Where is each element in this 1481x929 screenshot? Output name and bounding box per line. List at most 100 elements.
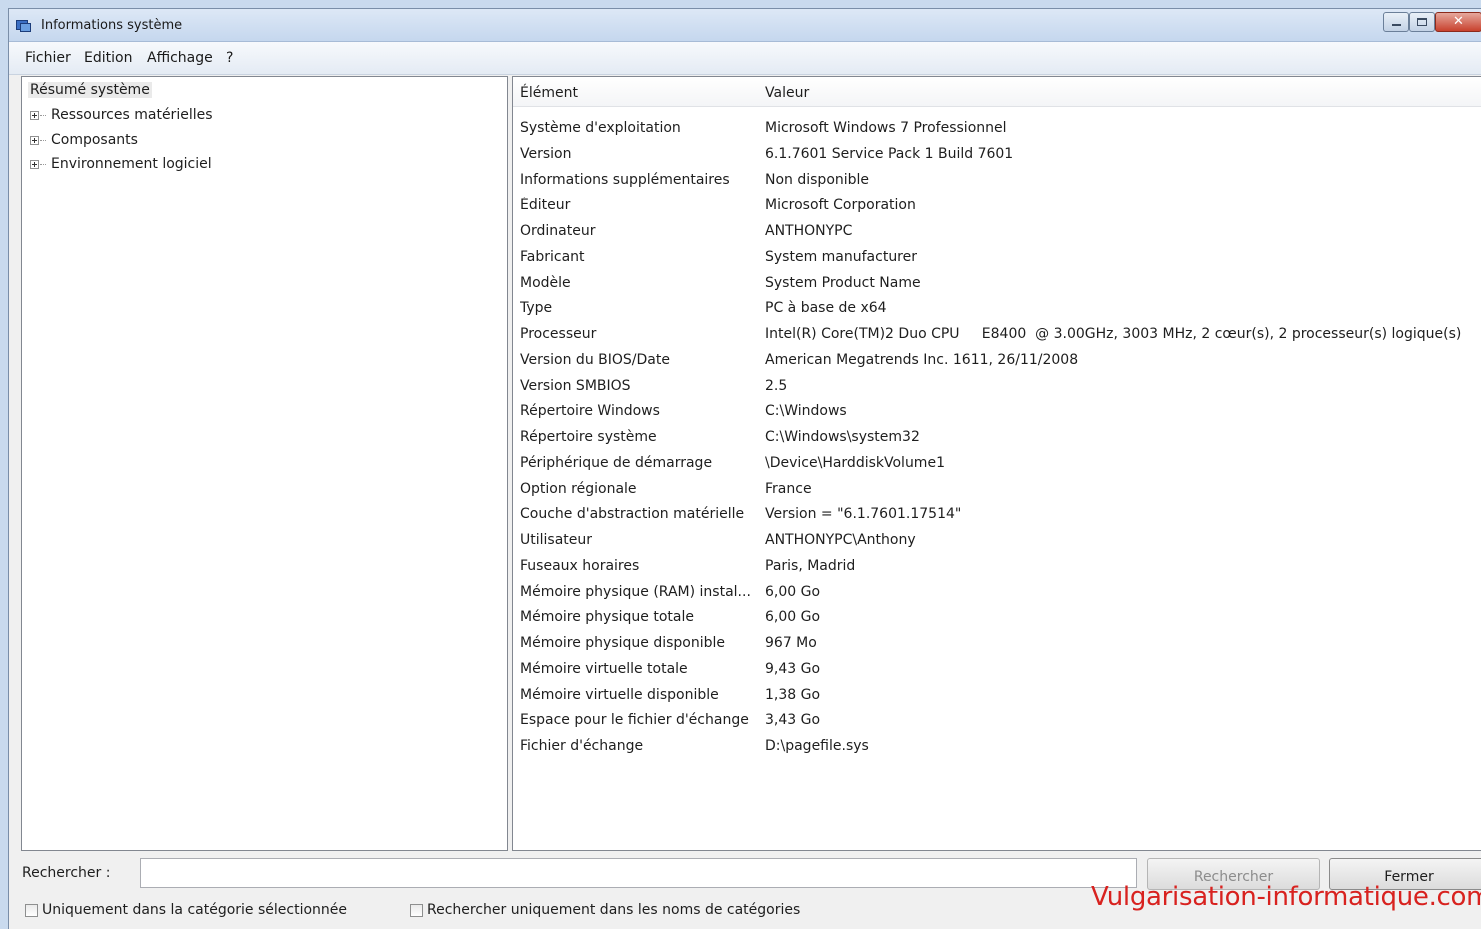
table-row[interactable]: Version SMBIOS 2.5: [513, 375, 1481, 400]
minimize-button[interactable]: [1383, 12, 1409, 32]
value-cell: American Megatrends Inc. 1611, 26/11/200…: [765, 351, 1079, 368]
window-title: Informations système: [41, 18, 183, 33]
table-row[interactable]: Espace pour le fichier d'échange 3,43 Go: [513, 709, 1481, 734]
element-cell: Option régionale: [520, 480, 637, 497]
search-label: Rechercher :: [22, 865, 111, 881]
menu-fichier[interactable]: Fichier: [25, 50, 71, 66]
element-cell: Ordinateur: [520, 223, 596, 239]
value-cell: Non disponible: [765, 171, 870, 188]
element-cell: Type: [520, 300, 553, 317]
element-cell: Mémoire physique totale: [520, 609, 694, 626]
table-row[interactable]: Fuseaux horaires Paris, Madrid: [513, 555, 1481, 580]
value-cell: 1,38 Go: [765, 686, 821, 703]
value-cell: Version = "6.1.7601.17514": [765, 506, 962, 523]
element-cell: Version: [520, 145, 572, 162]
watermark: Vulgarisation-informatique.com: [1091, 882, 1481, 912]
value-cell: France: [765, 480, 812, 497]
element-cell: Fichier d'échange: [520, 738, 644, 754]
value-cell: Microsoft Windows 7 Professionnel: [765, 120, 1007, 136]
tree-item-label: Composants: [51, 132, 138, 148]
value-cell: System manufacturer: [765, 248, 918, 265]
element-cell: Mémoire physique (RAM) instal...: [520, 583, 751, 600]
expand-icon[interactable]: [30, 136, 39, 145]
element-cell: Version du BIOS/Date: [520, 351, 670, 368]
menu-help[interactable]: ?: [226, 50, 233, 66]
value-cell: 6.1.7601 Service Pack 1 Build 7601: [765, 145, 1014, 162]
element-cell: Mémoire virtuelle totale: [520, 660, 688, 677]
element-cell: Processeur: [520, 326, 597, 342]
element-cell: Utilisateur: [520, 532, 593, 548]
menu-affichage[interactable]: Affichage: [147, 50, 213, 66]
tree-item-system-summary[interactable]: Résumé système: [28, 82, 152, 98]
value-cell: Microsoft Corporation: [765, 197, 916, 214]
element-cell: Informations supplémentaires: [520, 171, 730, 188]
element-cell: Fuseaux horaires: [520, 557, 640, 574]
value-cell: C:\Windows\system32: [765, 429, 920, 445]
menu-bar: Fichier Edition Affichage ?: [9, 42, 1481, 75]
element-cell: Version SMBIOS: [520, 377, 631, 394]
table-row[interactable]: Version du BIOS/Date American Megatrends …: [513, 349, 1481, 374]
checkbox[interactable]: [25, 904, 38, 917]
table-row[interactable]: Option régionale France: [513, 478, 1481, 503]
value-cell: Paris, Madrid: [765, 557, 856, 574]
table-row[interactable]: Répertoire Windows C:\Windows: [513, 400, 1481, 425]
tree-item-label: Ressources matérielles: [51, 107, 213, 123]
table-row[interactable]: Répertoire système C:\Windows\system32: [513, 426, 1481, 451]
element-cell: Fabricant: [520, 248, 585, 265]
table-row[interactable]: Informations supplémentaires Non disponib…: [513, 169, 1481, 194]
checkbox[interactable]: [410, 904, 423, 917]
table-row[interactable]: Périphérique de démarrage \Device\Harddis…: [513, 452, 1481, 477]
close-window-button[interactable]: ✕: [1435, 12, 1481, 32]
value-cell: 6,00 Go: [765, 583, 821, 600]
menu-edition[interactable]: Edition: [84, 50, 132, 66]
close-icon: ✕: [1453, 14, 1464, 29]
search-input[interactable]: [140, 858, 1137, 888]
table-row[interactable]: Utilisateur ANTHONYPC\Anthony: [513, 529, 1481, 554]
value-cell: D:\pagefile.sys: [765, 738, 869, 754]
value-cell: 6,00 Go: [765, 609, 821, 626]
tree-item-label: Environnement logiciel: [51, 156, 212, 172]
column-header-value[interactable]: Valeur: [758, 77, 1481, 107]
value-cell: 9,43 Go: [765, 660, 821, 677]
element-cell: Système d'exploitation: [520, 120, 681, 136]
system-information-window: Informations système ✕ Fichier Edition A…: [8, 8, 1481, 929]
value-cell: C:\Windows: [765, 403, 847, 420]
table-row[interactable]: Type PC à base de x64: [513, 297, 1481, 322]
element-cell: Couche d'abstraction matérielle: [520, 506, 745, 523]
table-row[interactable]: Mémoire physique totale 6,00 Go: [513, 606, 1481, 631]
table-row[interactable]: Système d'exploitation Microsoft Windows …: [513, 117, 1481, 142]
table-row[interactable]: Fichier d'échange D:\pagefile.sys: [513, 735, 1481, 760]
table-row[interactable]: Ordinateur ANTHONYPC: [513, 220, 1481, 245]
table-row[interactable]: Éditeur Microsoft Corporation: [513, 194, 1481, 219]
element-cell: Répertoire système: [520, 429, 657, 445]
value-cell: 967 Mo: [765, 635, 817, 651]
value-cell: PC à base de x64: [765, 300, 887, 317]
table-row[interactable]: Mémoire virtuelle disponible 1,38 Go: [513, 684, 1481, 709]
table-row[interactable]: Fabricant System manufacturer: [513, 246, 1481, 271]
value-cell: 3,43 Go: [765, 712, 821, 729]
minimize-icon: [1392, 24, 1401, 26]
table-row[interactable]: Mémoire virtuelle totale 9,43 Go: [513, 658, 1481, 683]
element-cell: Répertoire Windows: [520, 403, 660, 420]
maximize-button[interactable]: [1409, 12, 1435, 32]
details-list[interactable]: Élément Valeur Système d'exploitation Mic…: [512, 76, 1481, 851]
element-cell: Modèle: [520, 274, 571, 291]
title-bar[interactable]: Informations système ✕: [9, 9, 1481, 42]
table-row[interactable]: Version 6.1.7601 Service Pack 1 Build 760…: [513, 143, 1481, 168]
table-row[interactable]: Modèle System Product Name: [513, 272, 1481, 297]
element-cell: Mémoire physique disponible: [520, 635, 726, 651]
table-row[interactable]: Mémoire physique (RAM) instal... 6,00 Go: [513, 581, 1481, 606]
column-header-element[interactable]: Élément: [513, 77, 758, 107]
value-cell: System Product Name: [765, 274, 921, 291]
value-cell: Intel(R) Core(TM)2 Duo CPU E8400 @ 3.00G…: [765, 326, 1462, 342]
expand-icon[interactable]: [30, 160, 39, 169]
value-cell: \Device\HarddiskVolume1: [765, 454, 945, 471]
table-row[interactable]: Processeur Intel(R) Core(TM)2 Duo CPU E84…: [513, 323, 1481, 348]
expand-icon[interactable]: [30, 111, 39, 120]
table-row[interactable]: Couche d'abstraction matérielle Version =…: [513, 503, 1481, 528]
maximize-icon: [1417, 18, 1427, 26]
element-cell: Périphérique de démarrage: [520, 454, 713, 471]
table-row[interactable]: Mémoire physique disponible 967 Mo: [513, 632, 1481, 657]
category-tree[interactable]: Résumé système Ressources matérielles Co…: [21, 76, 508, 851]
element-cell: Mémoire virtuelle disponible: [520, 686, 719, 703]
